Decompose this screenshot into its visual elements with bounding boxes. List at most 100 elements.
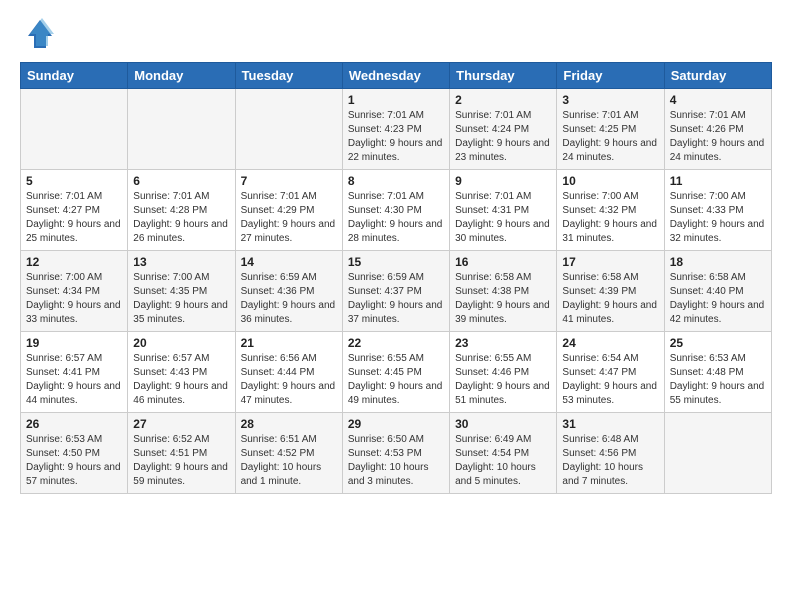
- day-info: Sunrise: 6:58 AM Sunset: 4:39 PM Dayligh…: [562, 271, 658, 327]
- calendar-cell: 21 Sunrise: 6:56 AM Sunset: 4:44 PM Dayli…: [235, 332, 342, 413]
- day-info: Sunrise: 7:00 AM Sunset: 4:34 PM Dayligh…: [26, 271, 122, 327]
- day-number: 1: [348, 93, 444, 107]
- calendar-cell: 28 Sunrise: 6:51 AM Sunset: 4:52 PM Dayli…: [235, 413, 342, 494]
- weekday-header-sunday: Sunday: [21, 63, 128, 89]
- day-number: 17: [562, 255, 658, 269]
- day-info: Sunrise: 7:00 AM Sunset: 4:35 PM Dayligh…: [133, 271, 229, 327]
- logo: [20, 16, 60, 52]
- day-number: 3: [562, 93, 658, 107]
- calendar-cell: 24 Sunrise: 6:54 AM Sunset: 4:47 PM Dayli…: [557, 332, 664, 413]
- day-number: 18: [670, 255, 766, 269]
- week-row-1: 1 Sunrise: 7:01 AM Sunset: 4:23 PM Daylig…: [21, 89, 772, 170]
- calendar-cell: 15 Sunrise: 6:59 AM Sunset: 4:37 PM Dayli…: [342, 251, 449, 332]
- calendar-cell: 26 Sunrise: 6:53 AM Sunset: 4:50 PM Dayli…: [21, 413, 128, 494]
- calendar-cell: 27Sunrise: 6:52 AM Sunset: 4:51 PM Dayli…: [128, 413, 235, 494]
- header: [20, 16, 772, 52]
- day-number: 2: [455, 93, 551, 107]
- day-info: Sunrise: 6:51 AM Sunset: 4:52 PM Dayligh…: [241, 433, 337, 489]
- calendar-cell: 5 Sunrise: 7:01 AM Sunset: 4:27 PM Daylig…: [21, 170, 128, 251]
- calendar-cell: 9 Sunrise: 7:01 AM Sunset: 4:31 PM Daylig…: [450, 170, 557, 251]
- day-info: Sunrise: 6:55 AM Sunset: 4:46 PM Dayligh…: [455, 352, 551, 408]
- calendar-cell: 23 Sunrise: 6:55 AM Sunset: 4:46 PM Dayli…: [450, 332, 557, 413]
- calendar-cell: 13 Sunrise: 7:00 AM Sunset: 4:35 PM Dayli…: [128, 251, 235, 332]
- day-info: Sunrise: 7:01 AM Sunset: 4:30 PM Dayligh…: [348, 190, 444, 246]
- weekday-header-thursday: Thursday: [450, 63, 557, 89]
- calendar-cell: 3 Sunrise: 7:01 AM Sunset: 4:25 PM Daylig…: [557, 89, 664, 170]
- day-info: Sunrise: 7:01 AM Sunset: 4:29 PM Dayligh…: [241, 190, 337, 246]
- logo-icon: [20, 16, 56, 52]
- day-info: Sunrise: 6:48 AM Sunset: 4:56 PM Dayligh…: [562, 433, 658, 489]
- calendar-cell: 30 Sunrise: 6:49 AM Sunset: 4:54 PM Dayli…: [450, 413, 557, 494]
- calendar-cell: [128, 89, 235, 170]
- weekday-header-saturday: Saturday: [664, 63, 771, 89]
- page: SundayMondayTuesdayWednesdayThursdayFrid…: [0, 0, 792, 506]
- calendar-cell: 7 Sunrise: 7:01 AM Sunset: 4:29 PM Daylig…: [235, 170, 342, 251]
- day-info: Sunrise: 6:56 AM Sunset: 4:44 PM Dayligh…: [241, 352, 337, 408]
- day-number: 28: [241, 417, 337, 431]
- weekday-header-friday: Friday: [557, 63, 664, 89]
- weekday-header-wednesday: Wednesday: [342, 63, 449, 89]
- day-number: 15: [348, 255, 444, 269]
- calendar-cell: 12 Sunrise: 7:00 AM Sunset: 4:34 PM Dayli…: [21, 251, 128, 332]
- day-info: Sunrise: 6:57 AM Sunset: 4:41 PM Dayligh…: [26, 352, 122, 408]
- day-info: Sunrise: 7:01 AM Sunset: 4:24 PM Dayligh…: [455, 109, 551, 165]
- day-number: 14: [241, 255, 337, 269]
- day-info: Sunrise: 6:59 AM Sunset: 4:36 PM Dayligh…: [241, 271, 337, 327]
- day-info: Sunrise: 6:53 AM Sunset: 4:48 PM Dayligh…: [670, 352, 766, 408]
- day-number: 20: [133, 336, 229, 350]
- day-info: Sunrise: 6:55 AM Sunset: 4:45 PM Dayligh…: [348, 352, 444, 408]
- day-number: 27: [133, 417, 229, 431]
- calendar-table: SundayMondayTuesdayWednesdayThursdayFrid…: [20, 62, 772, 494]
- calendar-cell: 14 Sunrise: 6:59 AM Sunset: 4:36 PM Dayli…: [235, 251, 342, 332]
- day-number: 26: [26, 417, 122, 431]
- day-info: Sunrise: 7:01 AM Sunset: 4:25 PM Dayligh…: [562, 109, 658, 165]
- day-info: Sunrise: 6:53 AM Sunset: 4:50 PM Dayligh…: [26, 433, 122, 489]
- day-number: 6: [133, 174, 229, 188]
- weekday-header-tuesday: Tuesday: [235, 63, 342, 89]
- calendar-cell: 8 Sunrise: 7:01 AM Sunset: 4:30 PM Daylig…: [342, 170, 449, 251]
- day-number: 12: [26, 255, 122, 269]
- calendar-cell: 2 Sunrise: 7:01 AM Sunset: 4:24 PM Daylig…: [450, 89, 557, 170]
- day-info: Sunrise: 7:01 AM Sunset: 4:27 PM Dayligh…: [26, 190, 122, 246]
- calendar-cell: 29Sunrise: 6:50 AM Sunset: 4:53 PM Dayli…: [342, 413, 449, 494]
- day-number: 5: [26, 174, 122, 188]
- day-number: 21: [241, 336, 337, 350]
- calendar-cell: 20Sunrise: 6:57 AM Sunset: 4:43 PM Dayli…: [128, 332, 235, 413]
- day-number: 16: [455, 255, 551, 269]
- day-number: 22: [348, 336, 444, 350]
- week-row-3: 12 Sunrise: 7:00 AM Sunset: 4:34 PM Dayli…: [21, 251, 772, 332]
- calendar-body: 1 Sunrise: 7:01 AM Sunset: 4:23 PM Daylig…: [21, 89, 772, 494]
- day-number: 10: [562, 174, 658, 188]
- day-number: 23: [455, 336, 551, 350]
- day-number: 8: [348, 174, 444, 188]
- week-row-5: 26 Sunrise: 6:53 AM Sunset: 4:50 PM Dayli…: [21, 413, 772, 494]
- day-number: 7: [241, 174, 337, 188]
- day-info: Sunrise: 6:54 AM Sunset: 4:47 PM Dayligh…: [562, 352, 658, 408]
- day-info: Sunrise: 7:00 AM Sunset: 4:33 PM Dayligh…: [670, 190, 766, 246]
- calendar-cell: 18 Sunrise: 6:58 AM Sunset: 4:40 PM Dayli…: [664, 251, 771, 332]
- calendar-cell: 31Sunrise: 6:48 AM Sunset: 4:56 PM Dayli…: [557, 413, 664, 494]
- day-number: 24: [562, 336, 658, 350]
- calendar-cell: 10Sunrise: 7:00 AM Sunset: 4:32 PM Dayli…: [557, 170, 664, 251]
- calendar-cell: 6Sunrise: 7:01 AM Sunset: 4:28 PM Daylig…: [128, 170, 235, 251]
- day-info: Sunrise: 7:01 AM Sunset: 4:26 PM Dayligh…: [670, 109, 766, 165]
- calendar-cell: [235, 89, 342, 170]
- calendar-cell: 25Sunrise: 6:53 AM Sunset: 4:48 PM Dayli…: [664, 332, 771, 413]
- day-number: 11: [670, 174, 766, 188]
- day-number: 30: [455, 417, 551, 431]
- weekday-header-row: SundayMondayTuesdayWednesdayThursdayFrid…: [21, 63, 772, 89]
- day-info: Sunrise: 6:49 AM Sunset: 4:54 PM Dayligh…: [455, 433, 551, 489]
- calendar-cell: 11 Sunrise: 7:00 AM Sunset: 4:33 PM Dayli…: [664, 170, 771, 251]
- day-number: 4: [670, 93, 766, 107]
- day-info: Sunrise: 6:58 AM Sunset: 4:40 PM Dayligh…: [670, 271, 766, 327]
- day-info: Sunrise: 6:50 AM Sunset: 4:53 PM Dayligh…: [348, 433, 444, 489]
- day-info: Sunrise: 6:59 AM Sunset: 4:37 PM Dayligh…: [348, 271, 444, 327]
- day-info: Sunrise: 7:01 AM Sunset: 4:23 PM Dayligh…: [348, 109, 444, 165]
- calendar-header: SundayMondayTuesdayWednesdayThursdayFrid…: [21, 63, 772, 89]
- calendar-cell: 4 Sunrise: 7:01 AM Sunset: 4:26 PM Daylig…: [664, 89, 771, 170]
- day-info: Sunrise: 7:01 AM Sunset: 4:31 PM Dayligh…: [455, 190, 551, 246]
- day-number: 13: [133, 255, 229, 269]
- day-number: 9: [455, 174, 551, 188]
- weekday-header-monday: Monday: [128, 63, 235, 89]
- day-number: 19: [26, 336, 122, 350]
